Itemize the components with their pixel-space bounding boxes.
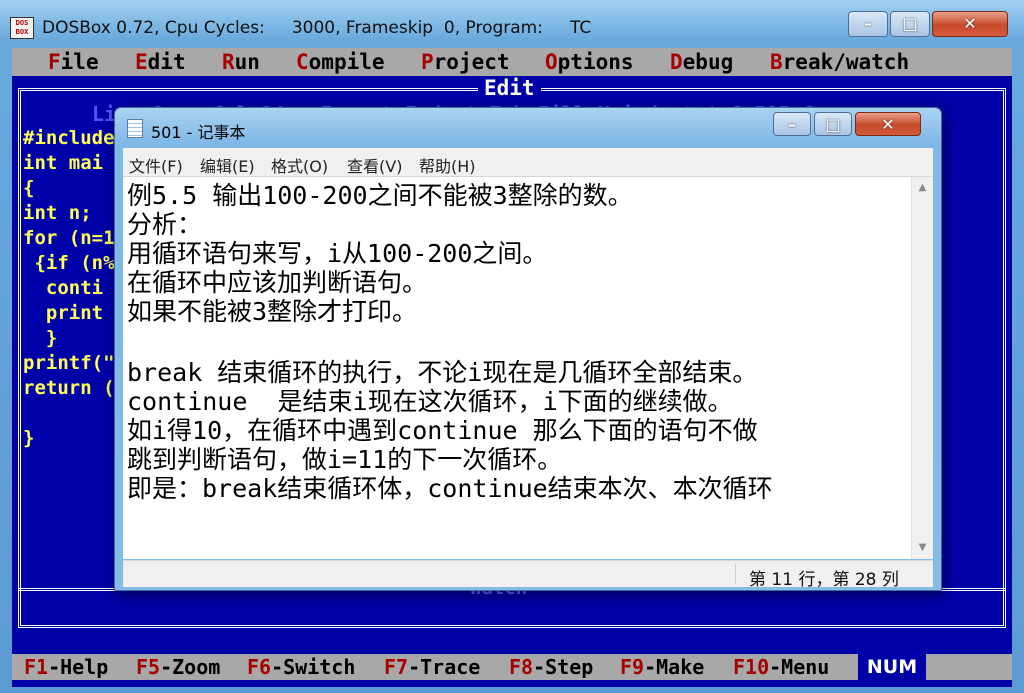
code-line[interactable]: for (n=1 — [23, 226, 115, 251]
tc-menu-run[interactable]: Run — [222, 49, 260, 75]
scroll-up-icon[interactable]: ▲ — [912, 179, 933, 197]
notepad-minimize-button[interactable]: – — [773, 112, 811, 136]
status-divider — [735, 564, 736, 584]
code-line[interactable]: printf(" — [23, 351, 115, 376]
dosbox-app-icon: DOS BOX — [10, 17, 34, 39]
notepad-title: 501 - 记事本 — [151, 123, 246, 142]
fkey-help[interactable]: F1-Help — [24, 655, 108, 679]
num-lock-indicator: NUM — [858, 654, 926, 680]
dosbox-maximize-button[interactable]: □ — [890, 11, 930, 37]
text-line: 在循环中应该加判断语句。 — [127, 268, 428, 297]
tc-function-key-bar: F1-Help F5-Zoom F6-Switch F7-Trace F8-St… — [12, 654, 1012, 680]
edit-window-title: Edit — [478, 76, 541, 100]
fkey-trace[interactable]: F7-Trace — [384, 655, 480, 679]
dosbox-minimize-button[interactable]: – — [848, 11, 888, 37]
cursor-position: 第 11 行，第 28 列 — [749, 570, 899, 590]
maximize-icon: □ — [825, 115, 841, 134]
text-line: 例5.5 输出100-200之间不能被3整除的数。 — [127, 181, 633, 210]
code-line[interactable]: #include — [23, 126, 115, 151]
tc-menu-debug[interactable]: Debug — [670, 49, 733, 75]
dosbox-title: DOSBox 0.72, Cpu Cycles: 3000, Frameskip… — [42, 18, 592, 38]
tc-menu-options[interactable]: Options — [545, 49, 634, 75]
maximize-icon: □ — [902, 14, 918, 33]
notepad-menu-format[interactable]: 格式(O) — [271, 153, 328, 177]
text-line: 分析： — [127, 210, 203, 239]
text-line: 如果不能被3整除才打印。 — [127, 297, 418, 326]
notepad-menu-edit[interactable]: 编辑(E) — [200, 153, 255, 177]
notepad-vertical-scrollbar[interactable]: ▲ ▼ — [911, 177, 933, 559]
text-line: continue 是结束i现在这次循环，i下面的继续做。 — [127, 387, 733, 416]
notepad-maximize-button[interactable]: □ — [814, 112, 852, 136]
tc-menu-project[interactable]: Project — [421, 49, 510, 75]
tc-menu-file[interactable]: File — [48, 49, 99, 75]
scroll-down-icon[interactable]: ▼ — [912, 539, 933, 557]
close-icon: ✕ — [881, 115, 895, 134]
notepad-menu-help[interactable]: 帮助(H) — [419, 153, 476, 177]
notepad-menubar: 文件(F) 编辑(E) 格式(O) 查看(V) 帮助(H) — [123, 148, 933, 177]
code-line[interactable]: return ( — [23, 376, 115, 401]
code-line[interactable]: {if (n% — [23, 251, 114, 276]
close-icon: ✕ — [963, 14, 977, 33]
notepad-menu-file[interactable]: 文件(F) — [129, 153, 183, 177]
text-line: 用循环语句来写，i从100-200之间。 — [127, 239, 548, 268]
dosbox-close-button[interactable]: ✕ — [932, 11, 1008, 37]
fkey-make[interactable]: F9-Make — [620, 655, 704, 679]
code-line[interactable]: } — [23, 426, 34, 451]
dosbox-titlebar[interactable]: DOS BOX DOSBox 0.72, Cpu Cycles: 3000, F… — [0, 0, 1024, 48]
fkey-menu[interactable]: F10-Menu — [733, 655, 829, 679]
code-line[interactable]: int n; — [23, 201, 92, 226]
tc-menubar: File Edit Run Compile Project Options De… — [12, 48, 1012, 76]
text-line: break 结束循环的执行，不论i现在是几循环全部结束。 — [127, 358, 758, 387]
notepad-icon — [127, 119, 143, 138]
tc-menu-compile[interactable]: Compile — [296, 49, 385, 75]
code-line[interactable]: print — [23, 301, 103, 326]
code-line[interactable]: conti — [23, 276, 103, 301]
fkey-step[interactable]: F8-Step — [509, 655, 593, 679]
text-line: 即是：break结束循环体，continue结束本次、本次循环 — [127, 474, 773, 503]
notepad-close-button[interactable]: ✕ — [855, 112, 921, 136]
tc-menu-break-watch[interactable]: Break/watch — [770, 49, 909, 75]
code-line[interactable]: int mai — [23, 151, 103, 176]
code-line[interactable]: { — [23, 176, 34, 201]
notepad-menu-view[interactable]: 查看(V) — [347, 153, 402, 177]
notepad-statusbar: 第 11 行，第 28 列 — [123, 560, 933, 590]
fkey-zoom[interactable]: F5-Zoom — [136, 655, 220, 679]
minimize-icon: – — [864, 14, 872, 33]
text-line: 如i得10，在循环中遇到continue 那么下面的语句不做 — [127, 416, 758, 445]
fkey-switch[interactable]: F6-Switch — [247, 655, 355, 679]
code-line[interactable]: } — [23, 326, 57, 351]
tc-menu-edit[interactable]: Edit — [135, 49, 186, 75]
minimize-icon: – — [788, 115, 796, 134]
notepad-window[interactable]: 501 - 记事本 – □ ✕ 文件(F) 编辑(E) 格式(O) 查看(V) … — [114, 107, 942, 591]
text-line: 跳到判断语句，做i=11的下一次循环。 — [127, 445, 563, 474]
notepad-text-area[interactable]: 例5.5 输出100-200之间不能被3整除的数。 分析： 用循环语句来写，i从… — [123, 177, 911, 559]
